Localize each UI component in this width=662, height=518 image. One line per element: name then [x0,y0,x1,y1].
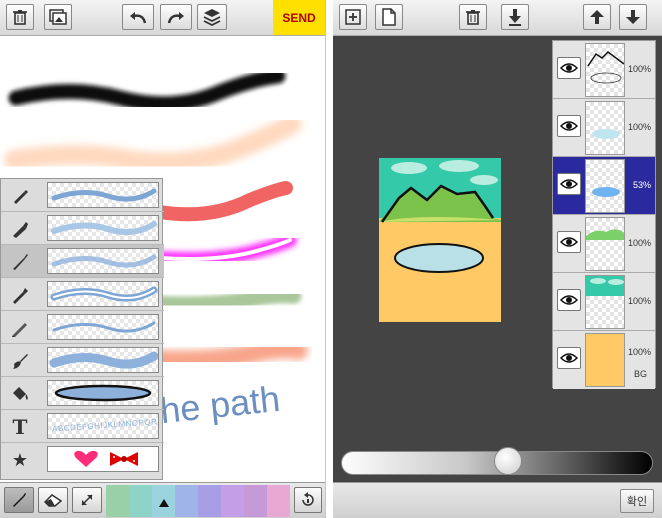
layer-row-4[interactable]: 100% [553,215,655,273]
salmon-stroke [150,338,308,371]
heart-stamp [74,450,98,467]
color-swatch[interactable] [106,485,129,517]
rotate-icon[interactable] [294,487,322,513]
artwork [379,158,501,322]
black-stroke [8,68,286,112]
layer-row-5[interactable]: 100% [553,273,655,331]
pen-icon [9,185,31,207]
paintbrush-icon [9,350,31,372]
brush-preview-6 [47,380,159,406]
brush-preview-0 [47,182,159,208]
layer-thumbnail [585,275,625,329]
color-swatch[interactable] [244,485,267,517]
merge-down-icon[interactable] [501,4,529,30]
move-up-icon[interactable] [583,4,611,30]
confirm-button[interactable]: 확인 [620,489,654,513]
brush-preview-5 [47,347,159,373]
layer-row-1[interactable]: 100% [553,41,655,99]
bow-stamp [110,452,138,466]
brush-row-stamp[interactable]: ★ [1,443,164,476]
brush-row-fill[interactable] [1,377,164,410]
color-swatch[interactable] [152,485,175,517]
eye-icon[interactable] [557,231,581,253]
brush-row-airbrush[interactable] [1,245,164,278]
brush-row-pencil[interactable] [1,311,164,344]
redo-icon[interactable] [160,4,192,30]
brush-row-paintbrush[interactable] [1,344,164,377]
marker-icon [9,218,31,240]
layers-panel: 100% 100% 53% 100% 100% 100% BG [552,40,656,389]
paint-bucket-icon [9,383,31,405]
layer-opacity: 53% [632,180,651,190]
brush-row-text[interactable]: T ABCDEFGHIJKLMNOPQR [1,410,164,443]
layer-thumbnail [585,217,625,271]
green-spray-stroke [152,287,302,313]
brush-editor-panel: SEND he path T ABCDEFGHIJKLMNOPQR ★ [0,0,326,518]
layer-opacity: 100% [627,122,651,132]
eye-icon[interactable] [557,57,581,79]
left-bottom-bar [0,482,325,518]
text-icon: T [12,415,28,439]
layer-opacity: 100% [627,347,651,357]
layers-icon[interactable] [197,4,227,30]
red-stroke [153,181,293,222]
brush-preview-3 [47,281,159,307]
layer-row-2[interactable]: 100% [553,99,655,157]
eye-icon[interactable] [557,289,581,311]
brush-row-glow[interactable] [1,278,164,311]
add-layer-icon[interactable] [339,4,367,30]
pencil-icon [9,317,31,339]
eraser-icon[interactable] [38,487,68,513]
layer-editor-panel: 100% 100% 53% 100% 100% 100% BG 확인 [333,0,662,518]
color-swatch[interactable] [198,485,221,517]
brush-preview-8 [47,446,159,472]
brush-row-pen[interactable] [1,179,164,212]
glow-pen-icon [9,284,31,306]
layer-thumbnail [585,43,625,97]
brush-preview-1 [47,215,159,241]
color-swatch[interactable] [267,485,290,517]
layer-row-3[interactable]: 53% [553,157,655,215]
eye-icon[interactable] [557,115,581,137]
right-toolbar [333,0,662,36]
image-gallery-icon[interactable] [44,4,72,30]
move-down-icon[interactable] [619,4,647,30]
layer-thumbnail [585,101,625,155]
brush-row-marker[interactable] [1,212,164,245]
eye-icon[interactable] [557,173,581,195]
layer-thumbnail [585,333,625,387]
drawing-canvas[interactable] [379,158,501,322]
layer-row-bg[interactable]: 100% BG [553,331,655,389]
eye-icon[interactable] [557,347,581,369]
resize-icon[interactable] [72,487,102,513]
brush-tool-icon[interactable] [4,487,34,513]
layer-thumbnail [585,159,625,213]
brush-preview-2 [47,248,159,274]
brush-preview-7: ABCDEFGHIJKLMNOPQR [47,413,159,439]
layer-opacity: 100% [627,64,651,74]
background-label: BG [633,369,647,379]
layer-opacity: 100% [627,296,651,306]
delete-layer-icon[interactable] [459,4,487,30]
peach-stroke [4,114,302,173]
undo-icon[interactable] [122,4,154,30]
left-toolbar: SEND [0,0,325,36]
right-bottom-bar: 확인 [333,482,662,518]
color-swatch[interactable] [175,485,198,517]
brush-preview-4 [47,314,159,340]
duplicate-layer-icon[interactable] [375,4,403,30]
trash-icon[interactable] [6,4,34,30]
selected-marker-icon [159,499,169,507]
text-preview: ABCDEFGHIJKLMNOPQR [51,417,158,434]
color-swatch[interactable] [129,485,152,517]
star-icon: ★ [11,449,29,471]
send-button[interactable]: SEND [273,0,325,35]
layer-opacity: 100% [627,238,651,248]
airbrush-icon [9,251,31,273]
brush-list: T ABCDEFGHIJKLMNOPQR ★ [0,178,164,480]
color-swatch[interactable] [221,485,244,517]
